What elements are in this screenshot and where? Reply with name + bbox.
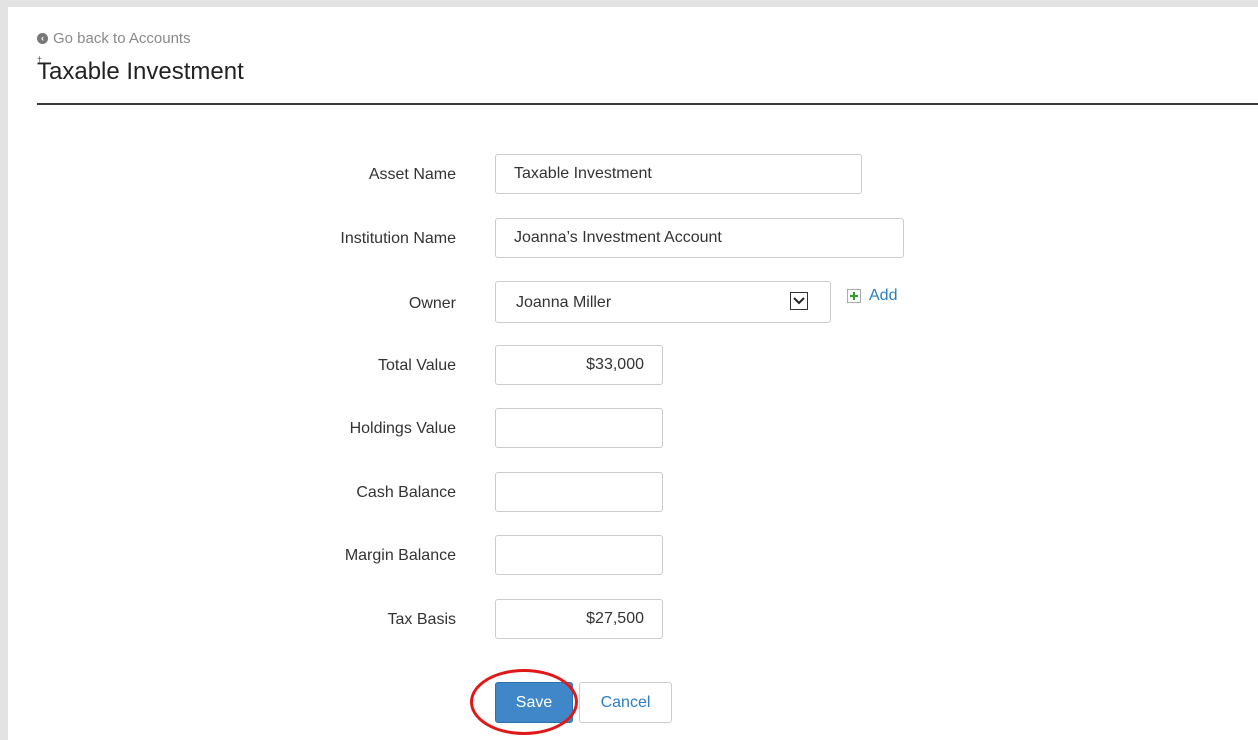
tax-basis-label: Tax Basis (387, 611, 456, 628)
asset-name-label: Asset Name (368, 166, 456, 183)
circle-arrow-left-icon: ‹ (37, 33, 48, 44)
margin-balance-row: Margin Balance (0, 535, 1258, 579)
page-title-text: Taxable Investment (37, 58, 244, 85)
total-value-input[interactable] (495, 345, 663, 385)
window-frame-top (0, 0, 1258, 7)
add-owner-button[interactable]: Add (847, 287, 897, 305)
page-title: † Taxable Investment (37, 55, 244, 86)
institution-name-label: Institution Name (340, 230, 456, 247)
tax-basis-input[interactable] (495, 599, 663, 639)
add-owner-label: Add (869, 287, 898, 304)
cancel-button[interactable]: Cancel (579, 682, 672, 723)
chevron-down-icon[interactable] (790, 292, 808, 310)
margin-balance-label: Margin Balance (344, 547, 456, 564)
cash-balance-row: Cash Balance (0, 472, 1258, 516)
cash-balance-input[interactable] (495, 472, 663, 512)
margin-balance-input[interactable] (495, 535, 663, 575)
total-value-label: Total Value (378, 357, 456, 374)
title-divider (37, 103, 1258, 105)
institution-name-input[interactable] (495, 218, 904, 258)
back-to-accounts-link[interactable]: ‹ Go back to Accounts (37, 30, 191, 47)
tax-basis-row: Tax Basis (0, 599, 1258, 643)
institution-name-row: Institution Name (0, 218, 1258, 262)
holdings-value-label: Holdings Value (349, 420, 456, 437)
cash-balance-label: Cash Balance (356, 484, 456, 501)
owner-select-value: Joanna Miller (516, 294, 612, 311)
owner-row: Owner Joanna Miller Add (0, 281, 1258, 325)
total-value-row: Total Value (0, 345, 1258, 389)
asset-name-row: Asset Name (0, 154, 1258, 198)
title-mark: † (37, 55, 43, 65)
holdings-value-row: Holdings Value (0, 408, 1258, 452)
owner-select[interactable]: Joanna Miller (495, 281, 831, 323)
holdings-value-input[interactable] (495, 408, 663, 448)
owner-label: Owner (408, 295, 456, 312)
asset-name-input[interactable] (495, 154, 862, 194)
plus-icon (847, 289, 861, 303)
back-link-label: Go back to Accounts (53, 30, 191, 47)
save-button[interactable]: Save (495, 682, 573, 723)
